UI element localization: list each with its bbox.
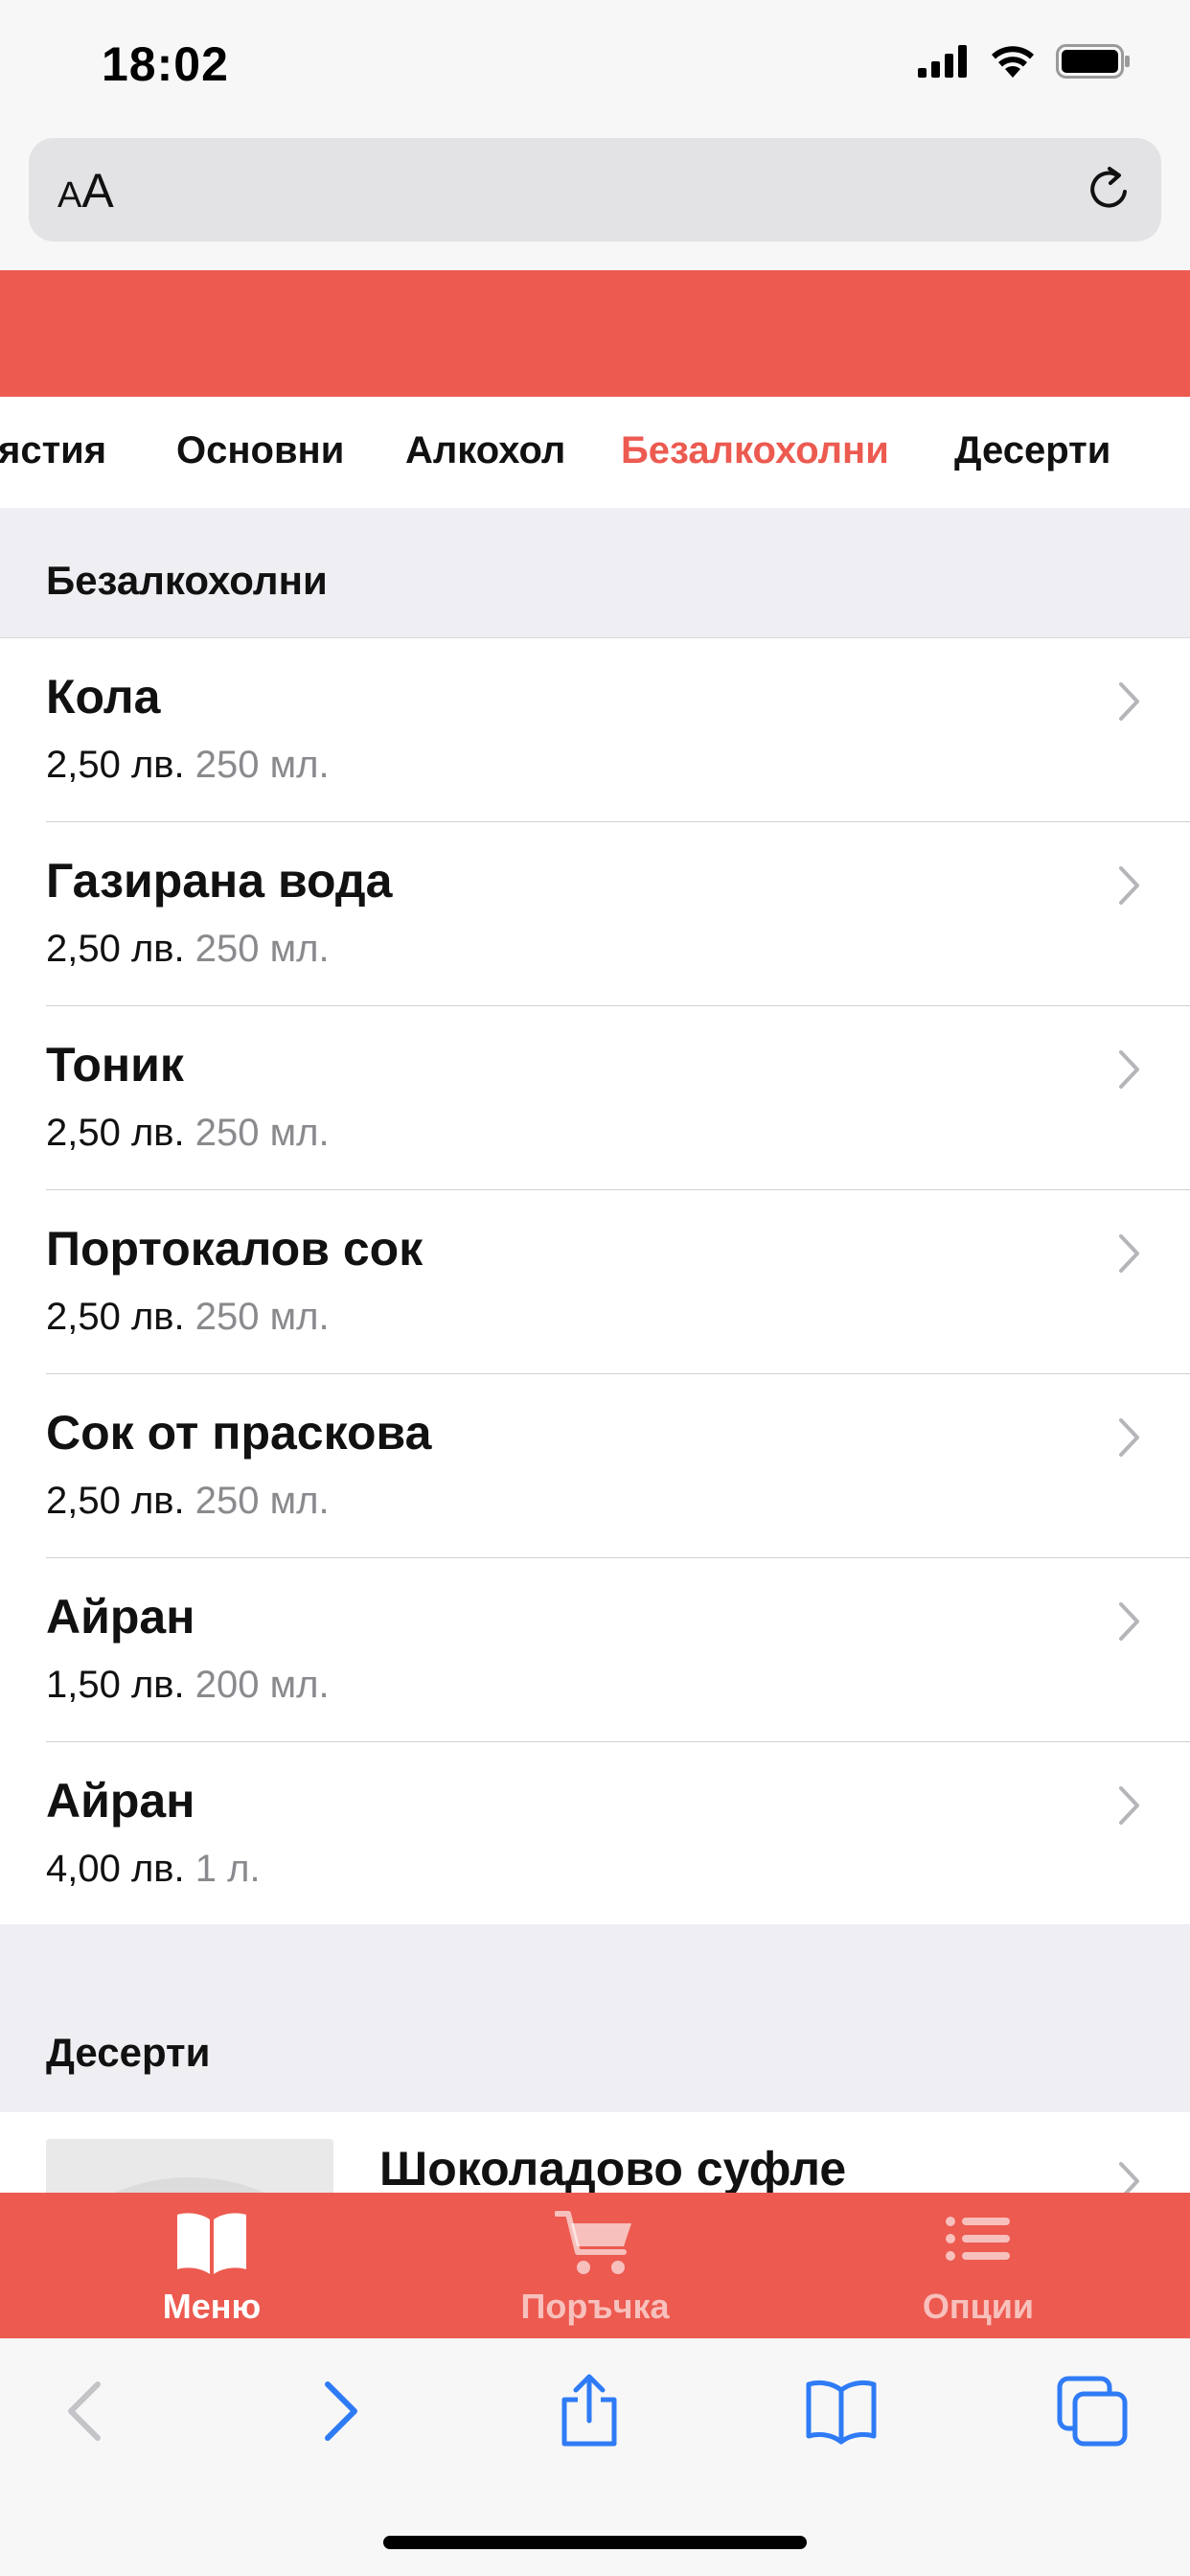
item-price-line: 2,50 лв. 250 мл. — [46, 744, 330, 787]
bookmarks-icon[interactable] — [803, 2373, 880, 2450]
cart-icon — [555, 2211, 631, 2274]
list-item[interactable]: Айран 4,00 лв. 1 л. — [0, 1742, 1190, 1926]
chevron-right-icon — [1119, 1602, 1139, 1641]
item-name: Портокалов сок — [46, 1222, 423, 1276]
item-price: 2,50 лв. — [46, 1296, 185, 1338]
tab-label: Опции — [922, 2287, 1035, 2326]
list-item[interactable]: Портокалов сок 2,50 лв. 250 мл. — [0, 1190, 1190, 1374]
item-price: 2,50 лв. — [46, 928, 185, 970]
tab-soft-drinks[interactable]: Безалкохолни — [621, 429, 889, 472]
book-icon — [177, 2213, 246, 2274]
status-icons — [918, 44, 1131, 79]
item-name: Айран — [46, 1590, 195, 1644]
item-price: 2,50 лв. — [46, 1480, 185, 1522]
section-header-soft-drinks: Безалкохолни — [0, 508, 1190, 638]
tab-options[interactable]: Опции — [780, 2193, 1177, 2338]
page-header — [0, 270, 1190, 397]
section-header-desserts: Десерти — [0, 1924, 1190, 2112]
chevron-right-icon — [1119, 1786, 1139, 1825]
share-icon[interactable] — [551, 2373, 628, 2450]
tab-label: Поръчка — [520, 2287, 670, 2326]
item-price-line: 2,50 лв. 250 мл. — [46, 1480, 330, 1523]
battery-icon — [1056, 44, 1130, 79]
item-name: Шоколадово суфле — [379, 2142, 847, 2196]
section-title: Десерти — [46, 2030, 211, 2075]
reload-icon[interactable] — [1083, 163, 1136, 217]
item-name: Айран — [46, 1774, 195, 1828]
back-icon[interactable] — [50, 2373, 126, 2450]
chevron-right-icon — [1119, 1234, 1139, 1273]
item-volume: 1 л. — [195, 1848, 261, 1890]
status-bar: 18:02 — [0, 0, 1190, 134]
tabs-icon[interactable] — [1054, 2373, 1131, 2450]
list-item[interactable]: Айран 1,50 лв. 200 мл. — [0, 1558, 1190, 1742]
item-price: 4,00 лв. — [46, 1848, 185, 1890]
item-volume: 200 мл. — [195, 1664, 330, 1706]
item-price-line: 1,50 лв. 200 мл. — [46, 1664, 330, 1707]
address-bar[interactable]: AA — [29, 138, 1161, 242]
chevron-right-icon — [1119, 1050, 1139, 1089]
list-item[interactable]: Сок от праскова 2,50 лв. 250 мл. — [0, 1374, 1190, 1558]
item-price-line: 2,50 лв. 250 мл. — [46, 1296, 330, 1339]
chevron-right-icon — [1119, 1418, 1139, 1457]
text-size-large: A — [81, 164, 114, 218]
item-volume: 250 мл. — [195, 744, 330, 786]
tab-dishes[interactable]: ястия — [0, 429, 106, 472]
tab-alcohol[interactable]: Алкохол — [405, 429, 565, 472]
tab-menu[interactable]: Меню — [13, 2193, 410, 2338]
item-name: Сок от праскова — [46, 1406, 432, 1460]
list-icon — [946, 2217, 1010, 2261]
list-item[interactable]: Кола 2,50 лв. 250 мл. — [0, 638, 1190, 822]
item-volume: 250 мл. — [195, 928, 330, 970]
list-item[interactable]: Газирана вода 2,50 лв. 250 мл. — [0, 822, 1190, 1006]
browser-address-area: AA — [0, 134, 1190, 270]
item-price: 2,50 лв. — [46, 744, 185, 786]
home-indicator — [383, 2536, 807, 2549]
item-volume: 250 мл. — [195, 1112, 330, 1154]
item-price: 1,50 лв. — [46, 1664, 185, 1706]
tab-label: Меню — [162, 2287, 262, 2326]
chevron-right-icon — [1119, 682, 1139, 721]
item-price-line: 4,00 лв. 1 л. — [46, 1848, 261, 1891]
item-name: Кола — [46, 670, 161, 724]
wifi-icon — [992, 46, 1034, 78]
item-price-line: 2,50 лв. 250 мл. — [46, 928, 330, 971]
item-price: 2,50 лв. — [46, 1112, 185, 1154]
section-title: Безалкохолни — [46, 558, 328, 603]
item-volume: 250 мл. — [195, 1480, 330, 1522]
category-tabs: ястия Основни Алкохол Безалкохолни Десер… — [0, 397, 1190, 508]
text-size-button[interactable]: AA — [57, 163, 114, 218]
item-name: Газирана вода — [46, 854, 393, 908]
item-volume: 250 мл. — [195, 1296, 330, 1338]
tab-order[interactable]: Поръчка — [397, 2193, 793, 2338]
tab-main[interactable]: Основни — [176, 429, 344, 472]
status-time: 18:02 — [102, 37, 229, 91]
forward-icon[interactable] — [299, 2373, 376, 2450]
cellular-signal-icon — [918, 45, 967, 78]
tab-desserts[interactable]: Десерти — [954, 429, 1110, 472]
bottom-tab-bar: Меню Поръчка Опции — [0, 2193, 1190, 2338]
item-price-line: 2,50 лв. 250 мл. — [46, 1112, 330, 1155]
list-item[interactable]: Тоник 2,50 лв. 250 мл. — [0, 1006, 1190, 1190]
chevron-right-icon — [1119, 866, 1139, 905]
drinks-list: Кола 2,50 лв. 250 мл. Газирана вода 2,50… — [0, 638, 1190, 1926]
text-size-small: A — [57, 175, 82, 216]
item-name: Тоник — [46, 1038, 184, 1092]
